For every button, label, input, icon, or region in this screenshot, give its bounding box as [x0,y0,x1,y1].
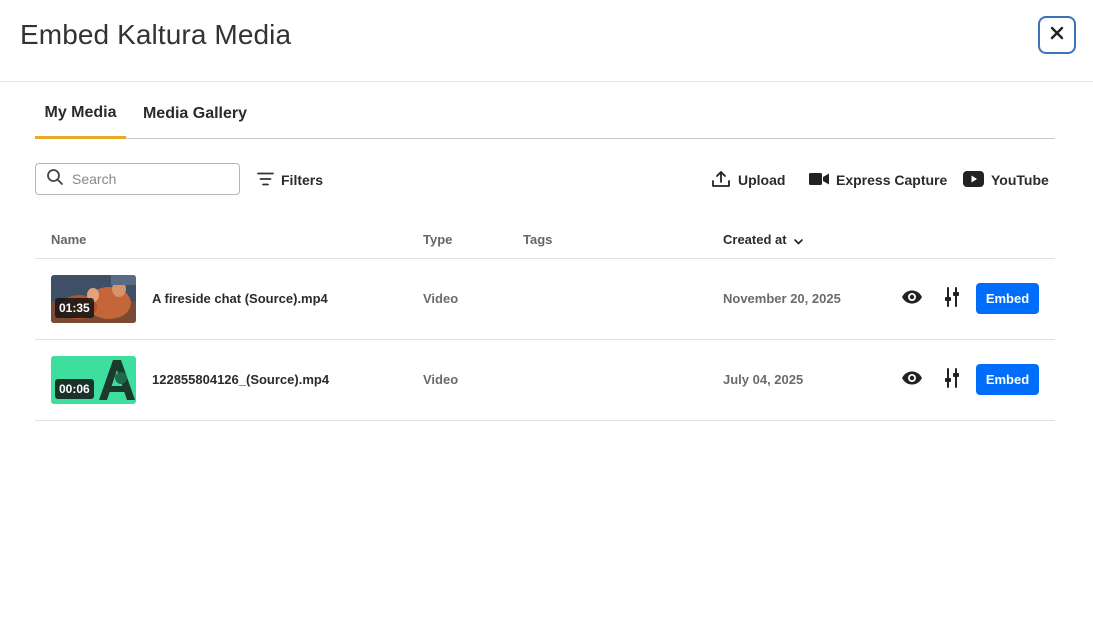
filters-button[interactable]: Filters [257,168,323,192]
video-thumbnail[interactable]: 00:06 [51,356,136,404]
table-header: Name Type Tags Created at [35,222,1055,259]
video-duration: 00:06 [55,379,94,399]
embed-button[interactable]: Embed [976,283,1039,314]
media-name: 122855804126_(Source).mp4 [152,372,330,387]
express-capture-button[interactable]: Express Capture [809,168,947,192]
media-created-date: July 04, 2025 [723,372,804,387]
close-button[interactable] [1038,16,1076,54]
search-box [35,163,240,195]
settings-button[interactable] [940,286,964,312]
tab-media-gallery[interactable]: Media Gallery [134,90,256,138]
media-type: Video [423,372,459,387]
youtube-label: YouTube [991,172,1049,188]
video-thumbnail[interactable]: 01:35 [51,275,136,323]
video-duration: 01:35 [55,298,94,318]
column-header-created-at[interactable]: Created at [723,232,804,248]
search-icon [46,168,64,191]
upload-button[interactable]: Upload [711,168,785,192]
express-capture-label: Express Capture [836,172,948,188]
search-input[interactable] [72,171,222,187]
column-header-name[interactable]: Name [51,232,86,247]
tab-my-media[interactable]: My Media [35,90,126,139]
media-created-date: November 20, 2025 [723,291,841,306]
table-row: 00:06 122855804126_(Source).mp4 Video Ju… [35,340,1055,421]
sliders-icon [943,286,961,312]
filter-icon [257,172,281,189]
column-header-created-at-label: Created at [723,232,787,247]
column-header-type[interactable]: Type [423,232,452,247]
upload-icon [711,169,738,192]
tab-bar: My Media Media Gallery [35,90,1055,139]
embed-button[interactable]: Embed [976,364,1039,395]
eye-icon [901,290,923,309]
media-type: Video [423,291,459,306]
youtube-button[interactable]: YouTube [963,168,1049,192]
upload-label: Upload [738,172,786,188]
video-camera-icon [809,172,836,189]
media-name: A fireside chat (Source).mp4 [152,291,328,306]
chevron-down-icon [794,233,804,248]
dialog-header: Embed Kaltura Media [0,0,1093,82]
table-row: 01:35 A fireside chat (Source).mp4 Video… [35,259,1055,340]
dialog-title: Embed Kaltura Media [20,19,292,50]
close-icon [1050,26,1064,45]
settings-button[interactable] [940,367,964,393]
youtube-icon [963,170,991,190]
preview-button[interactable] [900,287,924,311]
preview-button[interactable] [900,368,924,392]
filters-label: Filters [281,172,324,188]
eye-icon [901,371,923,390]
column-header-tags[interactable]: Tags [523,232,552,247]
sliders-icon [943,367,961,393]
